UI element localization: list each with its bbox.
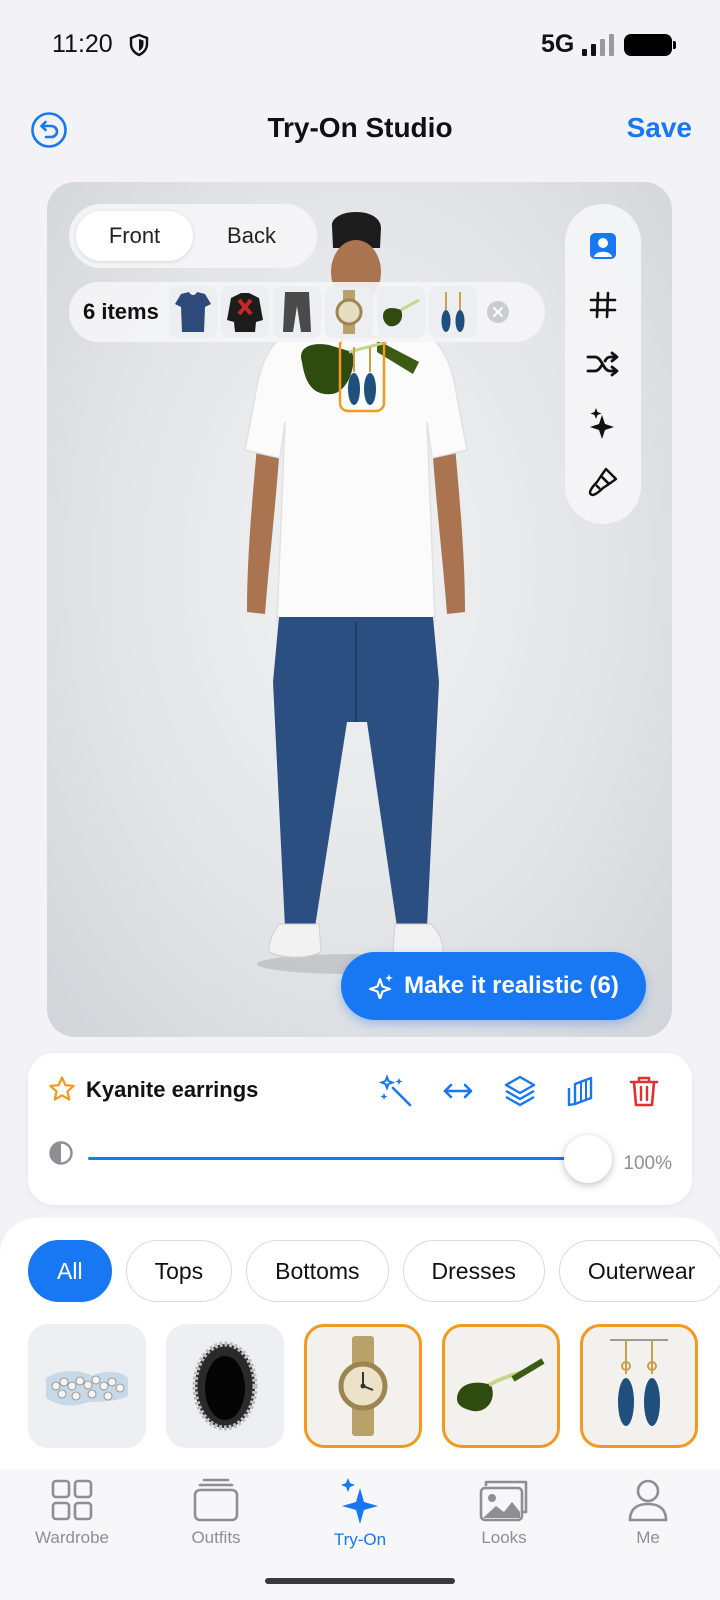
tab-outfits[interactable]: Outfits [144,1470,288,1560]
trash-icon[interactable] [624,1071,664,1111]
sparkle-icon [369,974,394,999]
shuffle-icon[interactable] [583,344,623,384]
item-thumb-jacket[interactable] [220,286,269,338]
selected-item-name: Kyanite earrings [86,1077,259,1102]
wardrobe-item-pearl-necklace[interactable] [28,1324,146,1448]
status-bar: 11:20 5G [0,0,720,90]
sparkle-icon [341,1478,378,1524]
make-realistic-label: Make it realistic (6) [404,972,619,999]
item-thumb-tshirt[interactable] [168,286,217,338]
tab-looks[interactable]: Looks [432,1470,576,1560]
person-icon [628,1479,668,1522]
tab-me-label: Me [636,1528,660,1547]
status-time: 11:20 [52,30,113,58]
tab-front[interactable]: Front [76,211,193,261]
tab-try-on-label: Try-On [333,1530,387,1549]
wardrobe-grid [28,1324,698,1448]
make-realistic-button[interactable]: Make it realistic (6) [341,952,646,1020]
shield-icon [128,33,150,62]
tab-try-on[interactable]: Try-On [288,1470,432,1560]
battery-icon [624,34,676,56]
category-chips: All Tops Bottoms Dresses Outerwear [28,1240,720,1302]
applied-items-strip: 6 items [69,282,545,342]
layers-icon[interactable] [500,1071,540,1111]
items-count: 6 items [83,299,159,324]
page-title: Try-On Studio [267,112,453,143]
opacity-slider[interactable] [88,1135,612,1183]
photos-icon [479,1480,528,1522]
close-icon [492,306,503,318]
chip-dresses[interactable]: Dresses [402,1240,545,1302]
tab-back[interactable]: Back [193,211,310,261]
grid-icon[interactable] [583,285,623,325]
header: Try-On Studio Save [0,100,720,160]
opacity-slider-track [88,1157,588,1160]
wardrobe-sheet: All Tops Bottoms Dresses Outerwear [0,1218,720,1470]
opacity-value: 100% [623,1153,672,1174]
tool-rail [565,204,641,524]
clear-items-button[interactable] [486,301,509,323]
person-frame-icon[interactable] [583,226,623,266]
tab-outfits-label: Outfits [191,1528,241,1547]
item-thumb-sunglasses[interactable] [376,286,425,338]
selected-item-panel: Kyanite earrings 100% [28,1053,692,1205]
chip-bottoms[interactable]: Bottoms [246,1240,389,1302]
opacity-icon [48,1140,74,1171]
view-toggle: Front Back [69,204,317,268]
duplicate-icon[interactable] [562,1071,602,1111]
chip-tops[interactable]: Tops [125,1240,233,1302]
item-thumb-jeans[interactable] [272,286,321,338]
wardrobe-item-lace-collar[interactable] [166,1324,284,1448]
opacity-slider-thumb[interactable] [564,1135,612,1183]
flip-horizontal-icon[interactable] [438,1071,478,1111]
tab-me[interactable]: Me [576,1470,720,1560]
wardrobe-item-sunglasses[interactable] [442,1324,560,1448]
chip-outerwear[interactable]: Outerwear [558,1240,720,1302]
wardrobe-item-earrings[interactable] [580,1324,698,1448]
tab-wardrobe-label: Wardrobe [34,1528,109,1547]
star-icon[interactable] [48,1075,76,1108]
brush-icon[interactable] [583,462,623,502]
tab-wardrobe[interactable]: Wardrobe [0,1470,144,1560]
home-indicator[interactable] [265,1578,455,1584]
try-on-canvas[interactable]: Front Back 6 items Make it realistic (6) [47,182,672,1037]
stack-icon [193,1478,239,1522]
sparkle-icon[interactable] [583,403,623,443]
chip-all[interactable]: All [28,1240,112,1302]
grid-icon [51,1479,93,1521]
item-thumb-watch[interactable] [324,286,373,338]
save-button[interactable]: Save [627,112,692,144]
wardrobe-item-watch[interactable] [304,1324,422,1448]
magic-wand-icon[interactable] [376,1071,416,1111]
tab-looks-label: Looks [481,1528,527,1547]
network-label: 5G [541,30,575,58]
signal-icon [582,34,614,61]
item-thumb-earrings[interactable] [428,286,477,338]
